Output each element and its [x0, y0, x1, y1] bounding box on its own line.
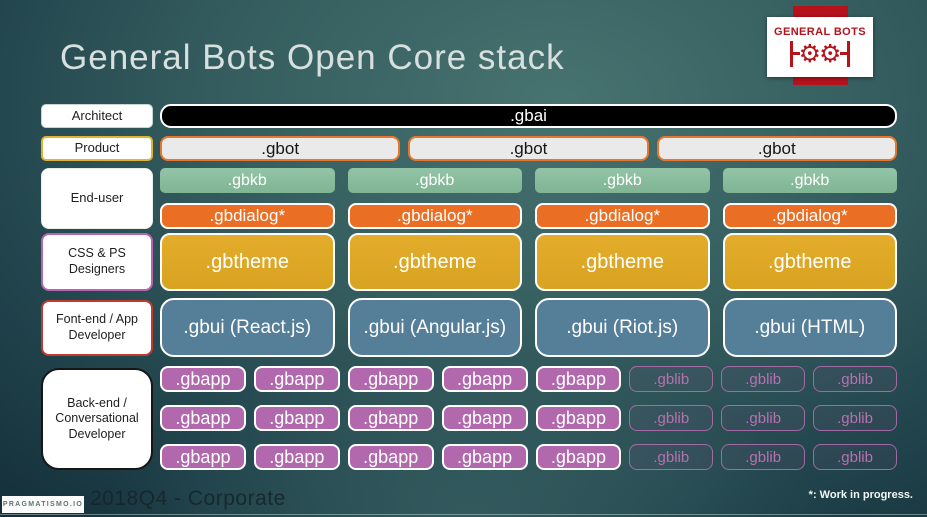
- slide: General Bots Open Core stack GENERAL BOT…: [0, 0, 927, 517]
- block-gbot: .gbot: [656, 136, 897, 161]
- row-gbkb: .gbkb .gbkb .gbkb .gbkb: [160, 168, 897, 193]
- block-gbapp: .gbapp: [347, 366, 434, 392]
- row-product: .gbot .gbot .gbot: [160, 136, 897, 161]
- block-gbot: .gbot: [408, 136, 649, 161]
- row-label-line: CSS & PS: [68, 246, 126, 261]
- block-gbapp: .gbapp: [160, 444, 246, 470]
- work-in-progress-note: *: Work in progress.: [808, 489, 913, 501]
- block-gbapp: .gbapp: [253, 405, 340, 431]
- block-gbdialog: .gbdialog*: [535, 203, 710, 229]
- block-gblib: .gblib: [721, 405, 806, 431]
- footer-caption: 2018Q4 - Corporate: [90, 487, 286, 510]
- block-gbapp: .gbapp: [160, 405, 246, 431]
- block-gbot: .gbot: [160, 136, 401, 161]
- block-gbui-riot: .gbui (Riot.js): [535, 298, 710, 357]
- block-gbtheme: .gbtheme: [722, 233, 897, 291]
- row-label-line: Conversational: [55, 411, 139, 426]
- block-gbapp: .gbapp: [535, 366, 622, 392]
- block-gbui-angular: .gbui (Angular.js): [347, 298, 522, 357]
- general-bots-logo: GENERAL BOTS ⚙ ⚙: [767, 17, 873, 77]
- row-gbtheme: .gbtheme .gbtheme .gbtheme .gbtheme: [160, 233, 897, 291]
- block-gblib: .gblib: [629, 405, 714, 431]
- block-gblib: .gblib: [813, 366, 897, 392]
- row-gbapp-3: .gbapp .gbapp .gbapp .gbapp .gbapp .gbli…: [160, 444, 897, 470]
- block-gblib: .gblib: [813, 405, 897, 431]
- block-gblib: .gblib: [629, 444, 714, 470]
- block-gbapp: .gbapp: [441, 405, 528, 431]
- row-label-line: Developer: [68, 426, 126, 441]
- block-gbapp: .gbapp: [347, 444, 434, 470]
- block-gbdialog: .gbdialog*: [722, 203, 897, 229]
- row-architect: .gbai: [160, 104, 897, 128]
- block-gbdialog: .gbdialog*: [160, 203, 335, 229]
- row-gbdialog: .gbdialog* .gbdialog* .gbdialog* .gbdial…: [160, 203, 897, 229]
- row-label-line: Font-end / App: [55, 312, 138, 327]
- row-gbui: .gbui (React.js) .gbui (Angular.js) .gbu…: [160, 298, 897, 357]
- gear-icon: ⚙: [798, 38, 821, 68]
- row-gbapp-2: .gbapp .gbapp .gbapp .gbapp .gbapp .gbli…: [160, 405, 897, 431]
- block-gbapp: .gbapp: [441, 366, 528, 392]
- block-gbkb: .gbkb: [535, 168, 710, 193]
- block-gbai: .gbai: [160, 104, 897, 128]
- brand-name: GENERAL BOTS: [774, 25, 866, 38]
- block-gbui-html: .gbui (HTML): [722, 298, 897, 357]
- block-gbkb: .gbkb: [347, 168, 522, 193]
- row-gbapp-1: .gbapp .gbapp .gbapp .gbapp .gbapp .gbli…: [160, 366, 897, 392]
- row-label-architect: Architect: [41, 104, 153, 128]
- block-gbapp: .gbapp: [253, 366, 340, 392]
- block-gbtheme: .gbtheme: [160, 233, 335, 291]
- row-label-designers: CSS & PS Designers: [41, 233, 153, 291]
- block-gbtheme: .gbtheme: [535, 233, 710, 291]
- row-label-product: Product: [41, 136, 153, 161]
- block-gbui-react: .gbui (React.js): [160, 298, 335, 357]
- block-gbapp: .gbapp: [347, 405, 434, 431]
- row-label-line: Developer: [68, 328, 126, 342]
- slide-bottom-edge: [0, 514, 927, 515]
- block-gbapp: .gbapp: [441, 444, 528, 470]
- row-label-line: Back-end /: [67, 395, 127, 410]
- row-label-backend-developer: Back-end / Conversational Developer: [41, 368, 153, 470]
- block-gbkb: .gbkb: [722, 168, 897, 193]
- block-gbapp: .gbapp: [253, 444, 340, 470]
- pragmatismo-logo: PRAGMATISMO.IO: [2, 496, 84, 513]
- row-label-end-user: End-user: [41, 168, 153, 229]
- block-gblib: .gblib: [721, 444, 806, 470]
- gears-icon: ⚙ ⚙: [789, 38, 851, 69]
- gear-stub-right-icon: [840, 52, 848, 55]
- block-gbdialog: .gbdialog*: [347, 203, 522, 229]
- block-gblib: .gblib: [629, 366, 714, 392]
- block-gbapp: .gbapp: [535, 444, 622, 470]
- block-gbapp: .gbapp: [160, 366, 246, 392]
- gear-bar-right-icon: [847, 40, 851, 67]
- gear-icon: ⚙: [819, 38, 842, 68]
- block-gbkb: .gbkb: [160, 168, 335, 193]
- row-label-frontend-developer: Font-end / App Developer: [41, 300, 153, 356]
- block-gbapp: .gbapp: [535, 405, 622, 431]
- block-gblib: .gblib: [813, 444, 897, 470]
- block-gblib: .gblib: [721, 366, 806, 392]
- row-label-line: Designers: [68, 262, 126, 276]
- block-gbtheme: .gbtheme: [347, 233, 522, 291]
- slide-title: General Bots Open Core stack: [60, 38, 565, 77]
